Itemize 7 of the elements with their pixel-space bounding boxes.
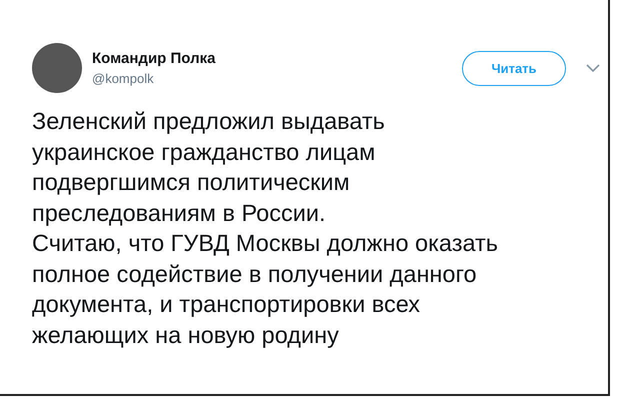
tweet-paragraph: Зеленский предложил выдавать украинское гражданство лицам подвергшимся политическим преследованиям в России. <box>32 107 386 228</box>
author-handle: @kompolk <box>92 71 155 86</box>
author-name: Командир Полка <box>92 50 216 67</box>
chevron-down-icon[interactable] <box>586 64 600 72</box>
tweet-paragraph: Считаю, что ГУВД Москвы должно оказать полное содействие в получении данного документа, и транспортировки всех желающих на новую родину <box>32 229 500 350</box>
avatar-placeholder <box>32 43 82 93</box>
follow-button[interactable]: Читать <box>462 50 566 86</box>
